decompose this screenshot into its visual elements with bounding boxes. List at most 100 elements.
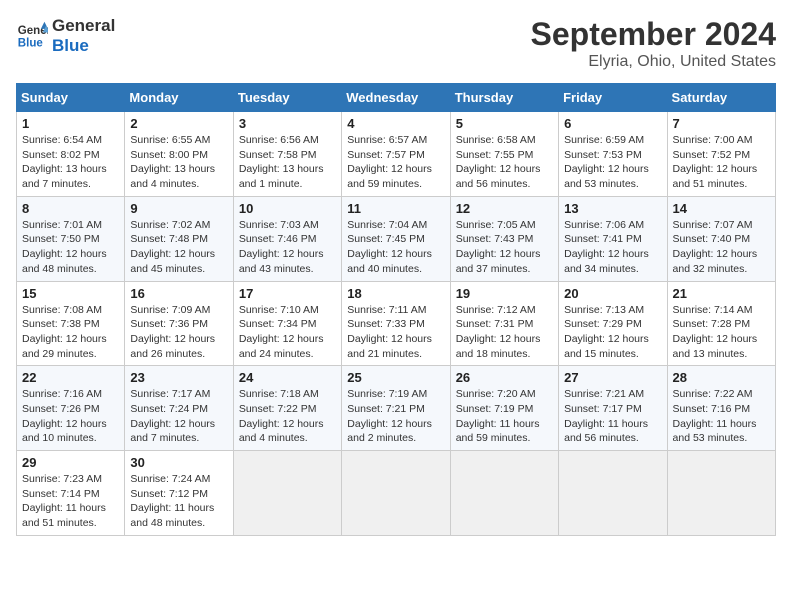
day-number: 11	[347, 201, 444, 216]
calendar-cell: 22 Sunrise: 7:16 AMSunset: 7:26 PMDayligh…	[17, 366, 125, 451]
day-info: Sunrise: 7:10 AMSunset: 7:34 PMDaylight:…	[239, 303, 336, 362]
calendar-cell: 7 Sunrise: 7:00 AMSunset: 7:52 PMDaylight…	[667, 112, 775, 197]
day-info: Sunrise: 7:09 AMSunset: 7:36 PMDaylight:…	[130, 303, 227, 362]
calendar-cell	[667, 451, 775, 536]
calendar-cell: 30 Sunrise: 7:24 AMSunset: 7:12 PMDayligh…	[125, 451, 233, 536]
calendar-cell: 24Sunrise: 7:18 AMSunset: 7:22 PMDayligh…	[233, 366, 341, 451]
calendar-week-4: 22 Sunrise: 7:16 AMSunset: 7:26 PMDayligh…	[17, 366, 776, 451]
calendar-cell: 15 Sunrise: 7:08 AMSunset: 7:38 PMDayligh…	[17, 281, 125, 366]
calendar-cell: 18Sunrise: 7:11 AMSunset: 7:33 PMDayligh…	[342, 281, 450, 366]
calendar-cell: 17 Sunrise: 7:10 AMSunset: 7:34 PMDayligh…	[233, 281, 341, 366]
day-info: Sunrise: 7:08 AMSunset: 7:38 PMDaylight:…	[22, 303, 119, 362]
day-number: 3	[239, 116, 336, 131]
logo-text-blue: Blue	[52, 36, 115, 56]
calendar-cell: 20 Sunrise: 7:13 AMSunset: 7:29 PMDayligh…	[559, 281, 667, 366]
col-header-tuesday: Tuesday	[233, 84, 341, 112]
day-info: Sunrise: 7:12 AMSunset: 7:31 PMDaylight:…	[456, 303, 553, 362]
day-number: 22	[22, 370, 119, 385]
day-number: 1	[22, 116, 119, 131]
day-number: 4	[347, 116, 444, 131]
calendar-cell: 10 Sunrise: 7:03 AMSunset: 7:46 PMDayligh…	[233, 196, 341, 281]
day-info: Sunrise: 7:13 AMSunset: 7:29 PMDaylight:…	[564, 303, 661, 362]
day-info: Sunrise: 7:04 AMSunset: 7:45 PMDaylight:…	[347, 218, 444, 277]
day-info: Sunrise: 7:21 AMSunset: 7:17 PMDaylight:…	[564, 387, 661, 446]
day-info: Sunrise: 7:03 AMSunset: 7:46 PMDaylight:…	[239, 218, 336, 277]
day-number: 14	[673, 201, 770, 216]
col-header-friday: Friday	[559, 84, 667, 112]
day-number: 19	[456, 286, 553, 301]
calendar-cell: 5Sunrise: 6:58 AMSunset: 7:55 PMDaylight…	[450, 112, 558, 197]
calendar-cell: 29 Sunrise: 7:23 AMSunset: 7:14 PMDayligh…	[17, 451, 125, 536]
day-number: 6	[564, 116, 661, 131]
calendar-cell: 11 Sunrise: 7:04 AMSunset: 7:45 PMDayligh…	[342, 196, 450, 281]
col-header-saturday: Saturday	[667, 84, 775, 112]
day-number: 9	[130, 201, 227, 216]
calendar-cell: 4 Sunrise: 6:57 AMSunset: 7:57 PMDaylight…	[342, 112, 450, 197]
calendar-cell: 2 Sunrise: 6:55 AMSunset: 8:00 PMDaylight…	[125, 112, 233, 197]
day-number: 17	[239, 286, 336, 301]
day-number: 30	[130, 455, 227, 470]
day-info: Sunrise: 7:23 AMSunset: 7:14 PMDaylight:…	[22, 472, 119, 531]
day-info: Sunrise: 7:06 AMSunset: 7:41 PMDaylight:…	[564, 218, 661, 277]
day-info: Sunrise: 6:54 AMSunset: 8:02 PMDaylight:…	[22, 133, 119, 192]
day-number: 16	[130, 286, 227, 301]
page-header: General Blue General Blue September 2024…	[16, 16, 776, 71]
calendar-cell: 14 Sunrise: 7:07 AMSunset: 7:40 PMDayligh…	[667, 196, 775, 281]
day-info: Sunrise: 6:55 AMSunset: 8:00 PMDaylight:…	[130, 133, 227, 192]
day-number: 12	[456, 201, 553, 216]
calendar-cell	[342, 451, 450, 536]
calendar-cell: 6Sunrise: 6:59 AMSunset: 7:53 PMDaylight…	[559, 112, 667, 197]
day-info: Sunrise: 7:16 AMSunset: 7:26 PMDaylight:…	[22, 387, 119, 446]
day-number: 10	[239, 201, 336, 216]
day-info: Sunrise: 7:01 AMSunset: 7:50 PMDaylight:…	[22, 218, 119, 277]
day-number: 27	[564, 370, 661, 385]
day-info: Sunrise: 7:22 AMSunset: 7:16 PMDaylight:…	[673, 387, 770, 446]
calendar-table: SundayMondayTuesdayWednesdayThursdayFrid…	[16, 83, 776, 536]
col-header-monday: Monday	[125, 84, 233, 112]
calendar-cell: 8 Sunrise: 7:01 AMSunset: 7:50 PMDaylight…	[17, 196, 125, 281]
day-number: 8	[22, 201, 119, 216]
location-subtitle: Elyria, Ohio, United States	[531, 53, 776, 71]
logo-icon: General Blue	[16, 20, 48, 52]
calendar-cell: 21 Sunrise: 7:14 AMSunset: 7:28 PMDayligh…	[667, 281, 775, 366]
calendar-cell	[450, 451, 558, 536]
calendar-week-3: 15 Sunrise: 7:08 AMSunset: 7:38 PMDayligh…	[17, 281, 776, 366]
calendar-cell: 13 Sunrise: 7:06 AMSunset: 7:41 PMDayligh…	[559, 196, 667, 281]
day-info: Sunrise: 7:18 AMSunset: 7:22 PMDaylight:…	[239, 387, 336, 446]
day-number: 28	[673, 370, 770, 385]
calendar-cell: 23 Sunrise: 7:17 AMSunset: 7:24 PMDayligh…	[125, 366, 233, 451]
day-number: 7	[673, 116, 770, 131]
calendar-cell	[559, 451, 667, 536]
day-number: 29	[22, 455, 119, 470]
day-info: Sunrise: 7:24 AMSunset: 7:12 PMDaylight:…	[130, 472, 227, 531]
day-info: Sunrise: 6:57 AMSunset: 7:57 PMDaylight:…	[347, 133, 444, 192]
svg-text:Blue: Blue	[18, 37, 44, 49]
col-header-thursday: Thursday	[450, 84, 558, 112]
day-number: 20	[564, 286, 661, 301]
calendar-cell: 3 Sunrise: 6:56 AMSunset: 7:58 PMDaylight…	[233, 112, 341, 197]
calendar-cell: 1 Sunrise: 6:54 AMSunset: 8:02 PMDaylight…	[17, 112, 125, 197]
day-number: 15	[22, 286, 119, 301]
day-info: Sunrise: 7:07 AMSunset: 7:40 PMDaylight:…	[673, 218, 770, 277]
col-header-sunday: Sunday	[17, 84, 125, 112]
day-number: 23	[130, 370, 227, 385]
day-info: Sunrise: 7:20 AMSunset: 7:19 PMDaylight:…	[456, 387, 553, 446]
day-info: Sunrise: 7:14 AMSunset: 7:28 PMDaylight:…	[673, 303, 770, 362]
day-info: Sunrise: 6:56 AMSunset: 7:58 PMDaylight:…	[239, 133, 336, 192]
day-info: Sunrise: 7:11 AMSunset: 7:33 PMDaylight:…	[347, 303, 444, 362]
day-number: 2	[130, 116, 227, 131]
day-number: 25	[347, 370, 444, 385]
day-number: 5	[456, 116, 553, 131]
calendar-cell: 19 Sunrise: 7:12 AMSunset: 7:31 PMDayligh…	[450, 281, 558, 366]
day-number: 21	[673, 286, 770, 301]
col-header-wednesday: Wednesday	[342, 84, 450, 112]
day-number: 13	[564, 201, 661, 216]
calendar-cell	[233, 451, 341, 536]
day-info: Sunrise: 7:00 AMSunset: 7:52 PMDaylight:…	[673, 133, 770, 192]
calendar-cell: 26 Sunrise: 7:20 AMSunset: 7:19 PMDayligh…	[450, 366, 558, 451]
day-info: Sunrise: 7:05 AMSunset: 7:43 PMDaylight:…	[456, 218, 553, 277]
calendar-cell: 16 Sunrise: 7:09 AMSunset: 7:36 PMDayligh…	[125, 281, 233, 366]
day-number: 26	[456, 370, 553, 385]
month-year-title: September 2024	[531, 16, 776, 53]
day-info: Sunrise: 7:17 AMSunset: 7:24 PMDaylight:…	[130, 387, 227, 446]
